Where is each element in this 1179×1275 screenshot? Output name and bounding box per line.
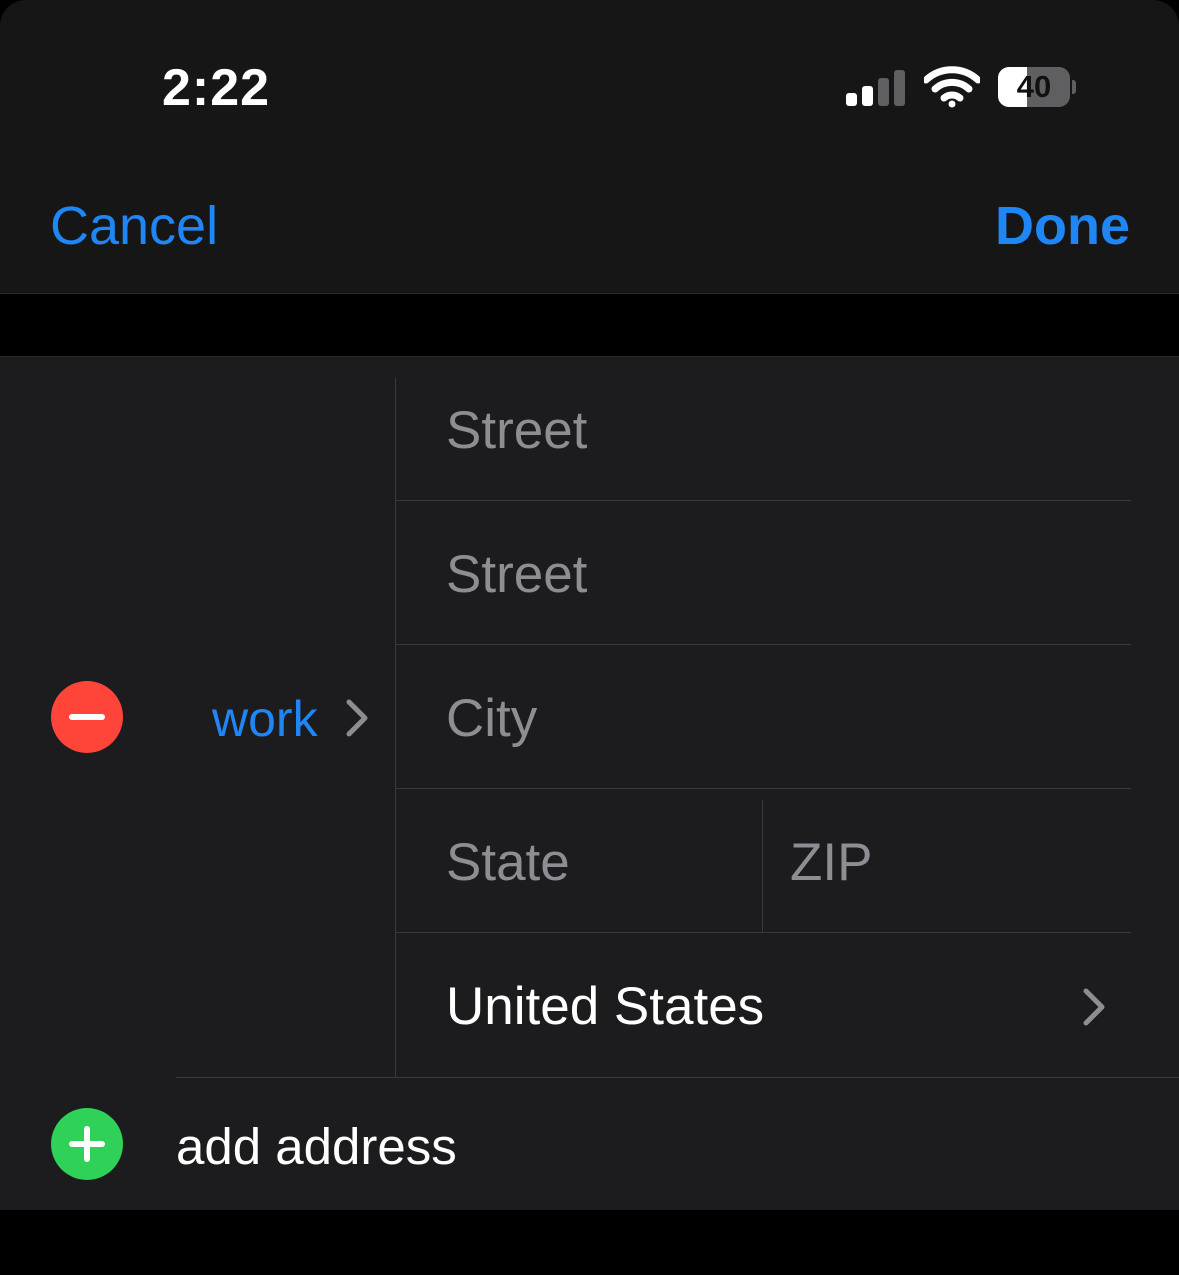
street-field-2[interactable]: Street <box>446 544 587 605</box>
country-value: United States <box>446 977 765 1036</box>
address-label-selector[interactable]: work <box>212 690 318 748</box>
delete-address-button[interactable] <box>51 681 123 753</box>
cellular-signal-icon <box>846 70 906 106</box>
field-divider <box>395 500 1131 501</box>
zip-field[interactable]: ZIP <box>790 832 872 893</box>
cancel-button[interactable]: Cancel <box>50 195 218 257</box>
done-button[interactable]: Done <box>995 195 1130 257</box>
state-field[interactable]: State <box>446 832 570 893</box>
field-divider <box>395 788 1131 789</box>
wifi-icon <box>922 66 982 108</box>
row-divider <box>176 1077 1179 1078</box>
street-field-1[interactable]: Street <box>446 400 587 461</box>
field-divider <box>395 644 1131 645</box>
battery-icon: 40 <box>998 67 1076 107</box>
status-time: 2:22 <box>162 59 271 117</box>
address-label: work <box>212 691 318 747</box>
chevron-right-icon <box>1079 987 1109 1027</box>
nav-divider <box>0 293 1179 294</box>
country-selector[interactable]: United States <box>396 933 1179 1077</box>
city-field[interactable]: City <box>446 688 537 749</box>
battery-level: 40 <box>1016 69 1052 104</box>
address-section <box>0 357 1179 1210</box>
add-address-label[interactable]: add address <box>176 1117 457 1176</box>
minus-icon <box>69 714 105 720</box>
add-address-button[interactable] <box>51 1108 123 1180</box>
chevron-right-icon <box>342 698 372 738</box>
state-zip-divider <box>762 800 763 932</box>
